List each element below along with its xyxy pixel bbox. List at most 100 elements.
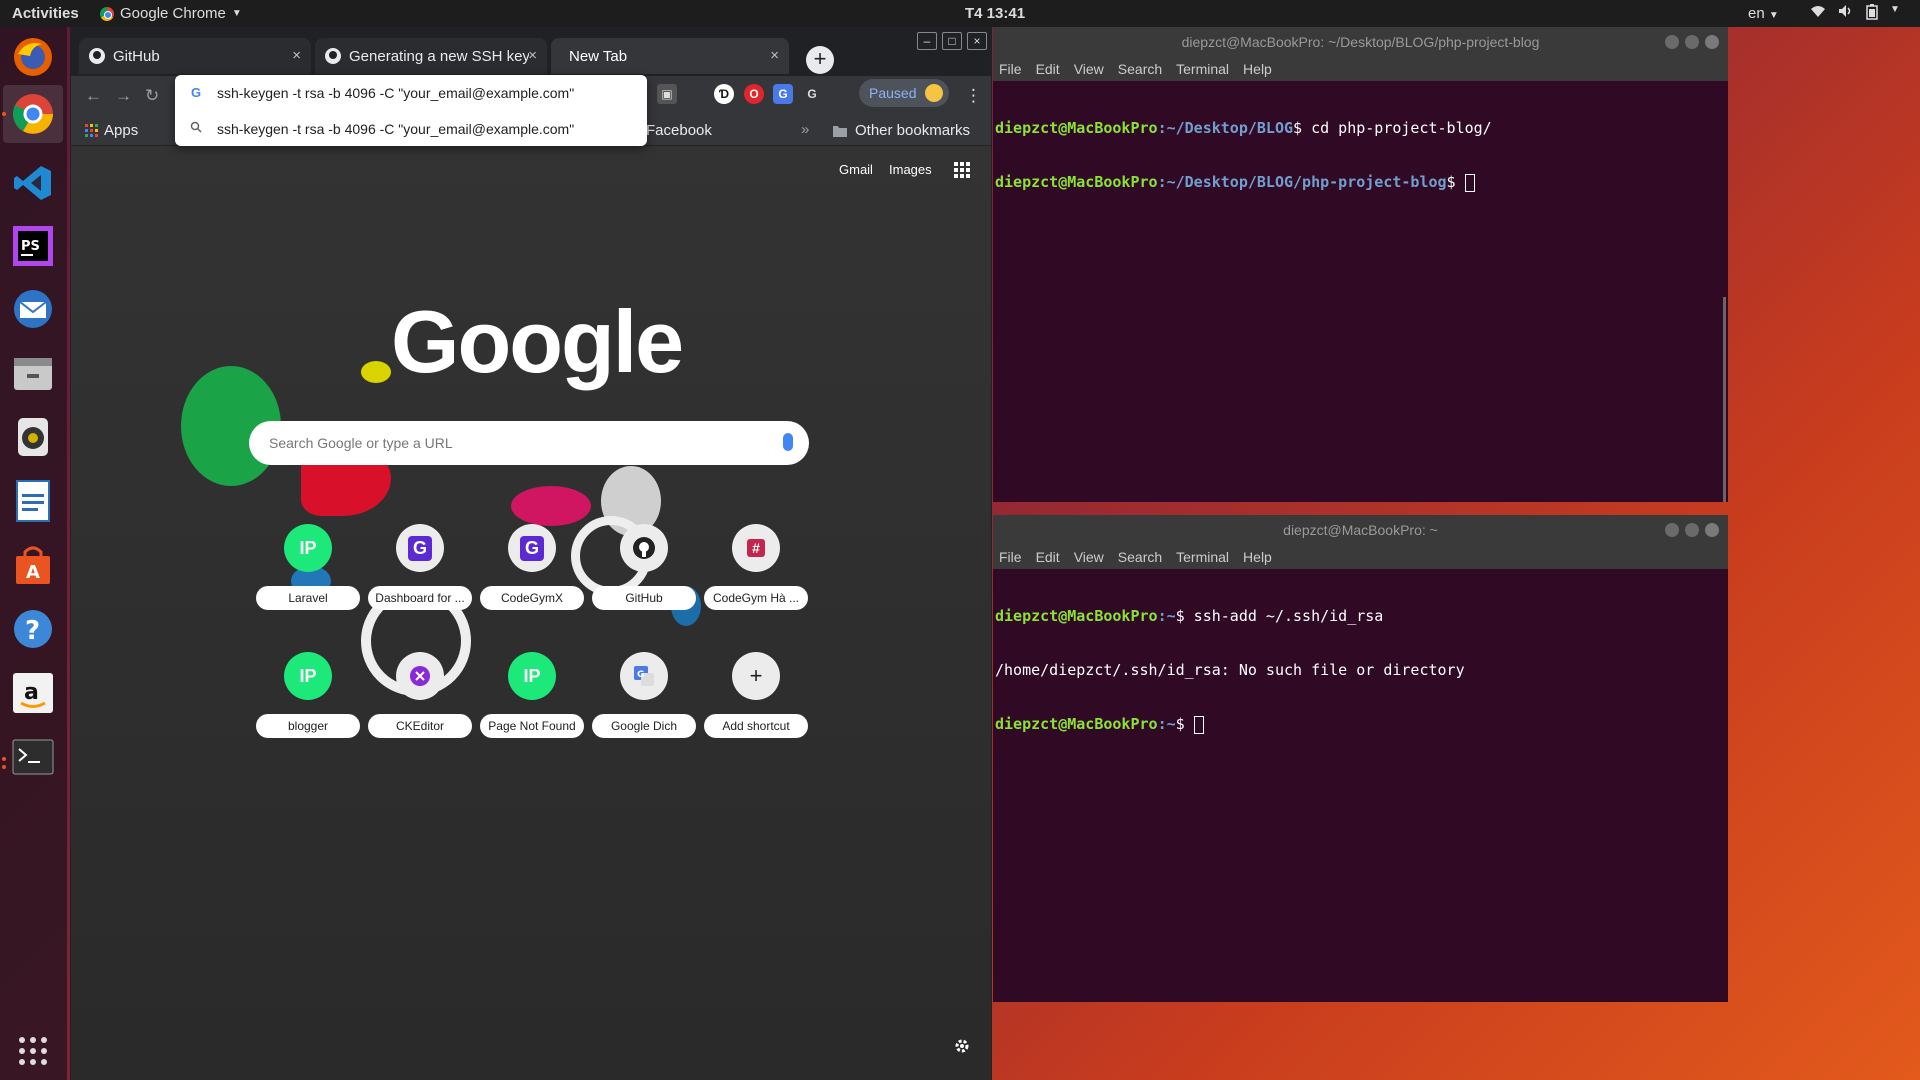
terminal-icon xyxy=(12,739,54,775)
menu-file[interactable]: File xyxy=(999,549,1022,565)
maximize-button[interactable] xyxy=(1685,35,1699,49)
svg-text:a: a xyxy=(24,680,39,705)
omnibox-dropdown: G ssh-keygen -t rsa -b 4096 -C "your_ema… xyxy=(175,75,647,146)
extension-d-icon[interactable]: Ɗ xyxy=(714,84,734,104)
bookmarks-overflow-icon[interactable]: » xyxy=(801,121,809,138)
menu-view[interactable]: View xyxy=(1074,61,1104,77)
menu-edit[interactable]: Edit xyxy=(1036,549,1060,565)
shortcut-tile[interactable]: G Dashboard for ... xyxy=(368,524,472,634)
add-shortcut-tile[interactable]: + Add shortcut xyxy=(704,652,808,762)
gmail-link[interactable]: Gmail xyxy=(839,162,873,177)
terminal-output[interactable]: diepzct@MacBookPro:~$ ssh-add ~/.ssh/id_… xyxy=(995,571,1465,770)
thunderbird-launcher[interactable] xyxy=(9,285,57,333)
maximize-button[interactable]: □ xyxy=(942,32,962,50)
terminal-title: diepzct@MacBookPro: ~/Desktop/BLOG/php-p… xyxy=(993,27,1728,57)
reload-icon[interactable]: ↻ xyxy=(145,86,159,106)
apps-bookmark[interactable]: Apps xyxy=(85,122,138,139)
shortcut-tile[interactable]: G CodeGymX xyxy=(480,524,584,634)
show-apps-button[interactable] xyxy=(9,1027,57,1075)
scrollbar[interactable] xyxy=(1723,297,1726,502)
shortcut-label: Dashboard for ... xyxy=(368,586,472,610)
menu-terminal[interactable]: Terminal xyxy=(1176,61,1229,77)
menu-search[interactable]: Search xyxy=(1118,61,1162,77)
firefox-launcher[interactable] xyxy=(9,33,57,81)
github-icon xyxy=(89,48,105,64)
search-box[interactable]: Search Google or type a URL xyxy=(249,421,809,465)
software-launcher[interactable]: A xyxy=(9,541,57,589)
shortcut-tile[interactable]: G Google Dich xyxy=(592,652,696,762)
chrome-launcher[interactable] xyxy=(3,85,63,143)
close-window-button[interactable] xyxy=(1705,523,1719,537)
tab-github[interactable]: GitHub × xyxy=(79,38,311,74)
opera-icon[interactable]: O xyxy=(744,84,764,104)
terminal-output[interactable]: diepzct@MacBookPro:~/Desktop/BLOG$ cd ph… xyxy=(995,83,1492,228)
phpstorm-launcher[interactable]: PS xyxy=(9,222,57,270)
new-tab-button[interactable]: + xyxy=(806,46,834,74)
close-tab-icon[interactable]: × xyxy=(770,47,779,64)
command-text: $ ssh-add ~/.ssh/id_rsa xyxy=(1175,607,1384,625)
amazon-launcher[interactable]: a xyxy=(9,669,57,717)
language-indicator[interactable]: en ▼ xyxy=(1748,5,1779,22)
app-menu[interactable]: Google Chrome ▼ xyxy=(100,5,242,22)
activities-button[interactable]: Activities xyxy=(12,5,79,22)
other-bookmarks[interactable]: Other bookmarks xyxy=(833,122,970,139)
maximize-button[interactable] xyxy=(1685,523,1699,537)
menu-edit[interactable]: Edit xyxy=(1036,61,1060,77)
menu-help[interactable]: Help xyxy=(1243,61,1272,77)
menu-terminal[interactable]: Terminal xyxy=(1176,549,1229,565)
clock[interactable]: T4 13:41 xyxy=(965,5,1025,22)
document-icon xyxy=(16,480,50,522)
vscode-launcher[interactable] xyxy=(9,159,57,207)
gear-icon[interactable] xyxy=(954,1038,970,1059)
grammarly-icon[interactable]: G xyxy=(802,84,822,104)
system-tray[interactable]: ▼ xyxy=(1810,4,1900,24)
writer-launcher[interactable] xyxy=(9,477,57,525)
close-window-button[interactable]: × xyxy=(967,32,987,50)
omnibox-suggestion[interactable]: G ssh-keygen -t rsa -b 4096 -C "your_ema… xyxy=(175,75,647,110)
minimize-button[interactable] xyxy=(1665,523,1679,537)
tab-ssh-key[interactable]: Generating a new SSH key × xyxy=(315,38,547,74)
volume-icon xyxy=(1838,4,1854,24)
files-launcher[interactable] xyxy=(9,349,57,397)
help-launcher[interactable]: ? xyxy=(9,605,57,653)
shortcut-tile[interactable]: IP blogger xyxy=(256,652,360,762)
google-apps-icon[interactable] xyxy=(954,162,970,183)
back-arrow-icon[interactable]: ← xyxy=(85,86,102,106)
tab-new-tab[interactable]: New Tab × xyxy=(551,38,789,74)
extension-icon[interactable]: ▣ xyxy=(657,84,677,104)
terminal-launcher[interactable] xyxy=(9,733,57,781)
prompt-path: :~/Desktop/BLOG xyxy=(1157,119,1294,137)
minimize-button[interactable]: – xyxy=(917,32,937,50)
minimize-button[interactable] xyxy=(1665,35,1679,49)
hashtag-icon: # xyxy=(732,524,780,572)
terminal-menubar: File Edit View Search Terminal Help xyxy=(993,57,1728,81)
menu-view[interactable]: View xyxy=(1074,549,1104,565)
shortcut-tile[interactable]: GitHub xyxy=(592,524,696,634)
shortcut-tile[interactable]: IP Laravel xyxy=(256,524,360,634)
close-tab-icon[interactable]: × xyxy=(528,47,537,64)
terminal-line: /home/diepzct/.ssh/id_rsa: No such file … xyxy=(995,661,1465,679)
shortcut-tile[interactable]: # CodeGym Hà ... xyxy=(704,524,808,634)
shortcut-tile[interactable]: CKEditor xyxy=(368,652,472,762)
command-text: $ xyxy=(1175,715,1194,733)
forward-arrow-icon[interactable]: → xyxy=(115,86,132,106)
speaker-icon xyxy=(18,418,48,456)
translate-icon[interactable]: G xyxy=(773,84,793,104)
terminal-window-top: diepzct@MacBookPro: ~/Desktop/BLOG/php-p… xyxy=(993,27,1728,502)
omnibox-suggestion[interactable]: ssh-keygen -t rsa -b 4096 -C "your_email… xyxy=(175,111,647,146)
images-link[interactable]: Images xyxy=(889,162,932,177)
close-window-button[interactable] xyxy=(1705,35,1719,49)
menu-help[interactable]: Help xyxy=(1243,549,1272,565)
facebook-bookmark[interactable]: Facebook xyxy=(646,122,712,139)
menu-search[interactable]: Search xyxy=(1118,549,1162,565)
menu-file[interactable]: File xyxy=(999,61,1022,77)
rhythmbox-launcher[interactable] xyxy=(9,413,57,461)
terminal-window-bottom: diepzct@MacBookPro: ~ File Edit View Sea… xyxy=(993,515,1728,1002)
close-tab-icon[interactable]: × xyxy=(292,47,301,64)
shortcut-tile[interactable]: IP Page Not Found xyxy=(480,652,584,762)
microphone-icon[interactable] xyxy=(783,433,793,451)
kebab-menu-icon[interactable]: ⋮ xyxy=(965,86,982,106)
prompt-user: diepzct@MacBookPro xyxy=(995,607,1158,625)
profile-paused-button[interactable]: Paused xyxy=(859,79,949,107)
shortcut-label: Add shortcut xyxy=(704,714,808,738)
